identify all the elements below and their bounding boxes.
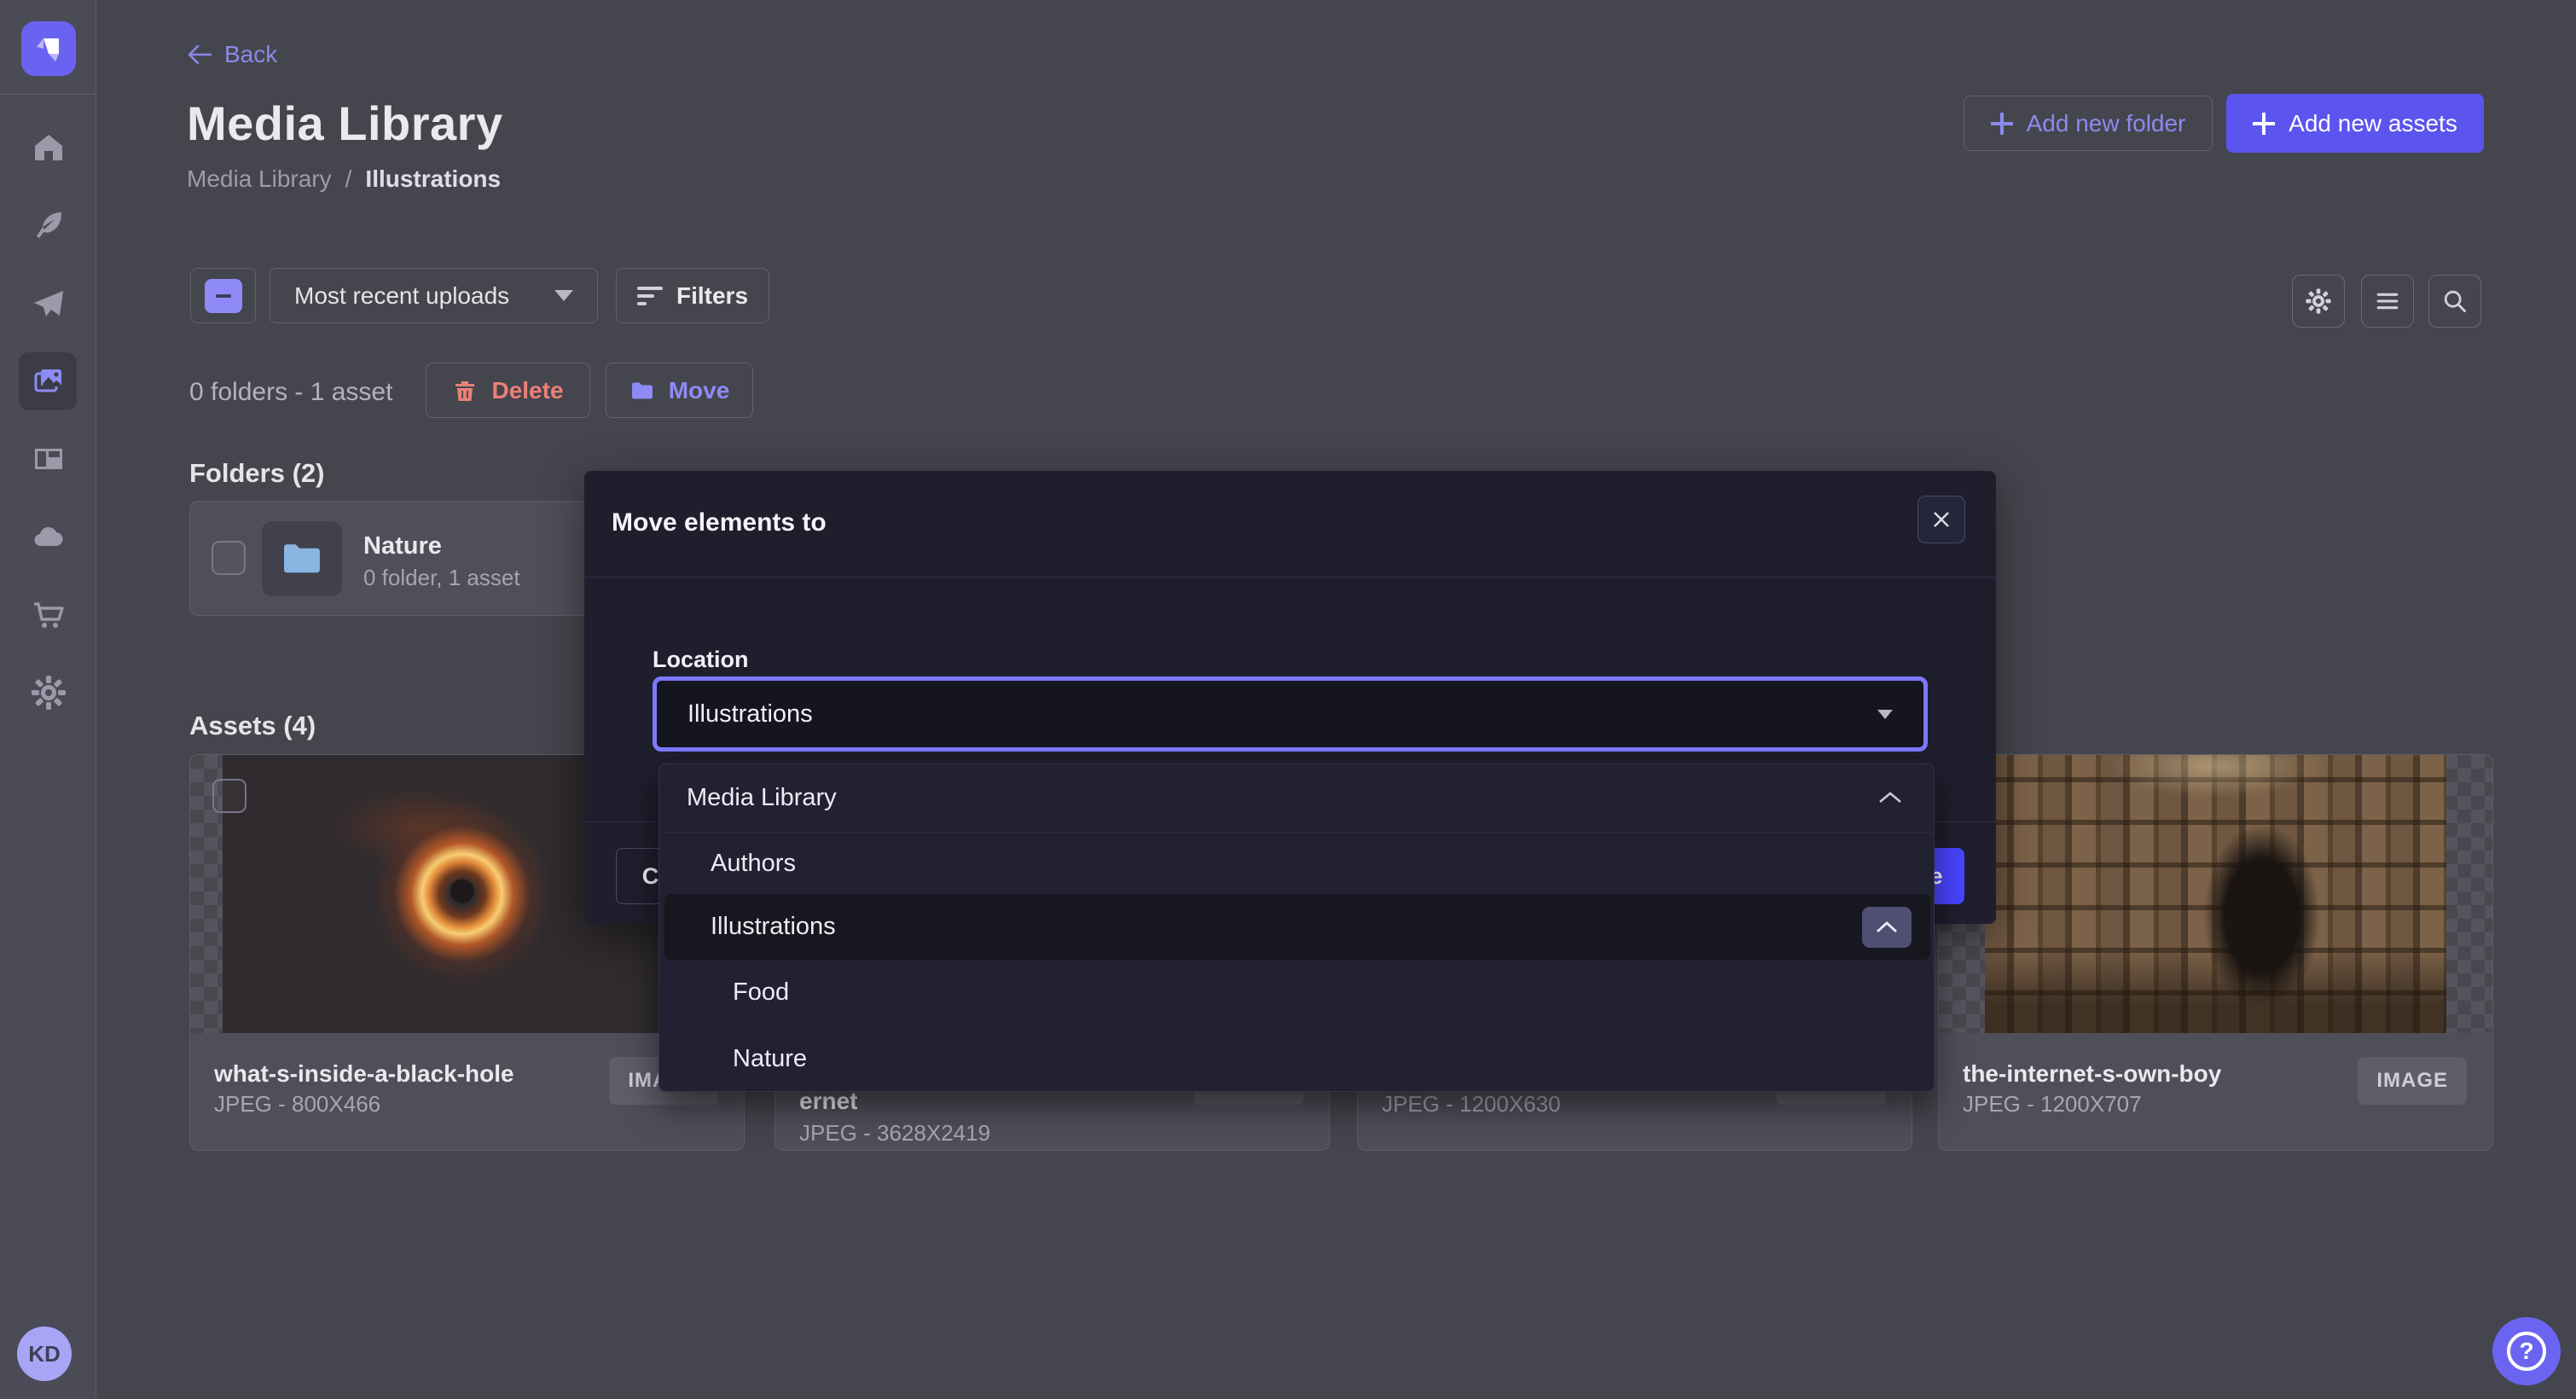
option-label: Authors	[711, 850, 796, 878]
sort-select[interactable]: Most recent uploads	[270, 268, 598, 323]
add-assets-label: Add new assets	[2289, 110, 2457, 137]
option-label: Media Library	[687, 784, 837, 812]
indeterminate-checkbox-icon	[205, 279, 242, 313]
folder-checkbox[interactable]	[212, 541, 246, 575]
folder-thumbnail	[262, 521, 342, 596]
home-icon	[30, 129, 67, 166]
dropdown-option-food[interactable]: Food	[659, 960, 1934, 1025]
collapse-illustrations-button[interactable]	[1862, 907, 1912, 948]
location-dropdown: Media Library Authors Illustrations Food…	[659, 763, 1935, 1092]
asset-type-badge: IMAGE	[2358, 1057, 2467, 1105]
move-button[interactable]: Move	[606, 363, 753, 418]
sidebar-item-content-manager[interactable]	[29, 439, 68, 479]
help-button[interactable]: ?	[2492, 1317, 2561, 1385]
folders-heading: Folders (2)	[189, 458, 324, 489]
view-settings-button[interactable]	[2292, 275, 2345, 328]
list-icon	[2373, 287, 2402, 316]
add-new-assets-button[interactable]: Add new assets	[2226, 94, 2484, 153]
cart-icon	[30, 596, 67, 634]
asset-checkbox[interactable]	[212, 779, 247, 813]
gear-icon	[30, 674, 67, 711]
asset-name: the-internet-s-own-boy	[1963, 1060, 2221, 1088]
location-label: Location	[653, 647, 749, 673]
layout-icon	[30, 440, 67, 478]
sidebar-item-home[interactable]	[29, 128, 68, 167]
plus-icon	[1991, 113, 2013, 135]
dropdown-option-authors[interactable]: Authors	[659, 833, 1934, 894]
select-all-checkbox[interactable]	[190, 268, 256, 323]
dropdown-option-illustrations[interactable]: Illustrations	[659, 894, 1934, 960]
media-library-screen: KD Back Media Library Media Library / Il…	[0, 0, 2576, 1399]
asset-name: what-s-inside-a-black-hole	[214, 1060, 514, 1088]
filters-button[interactable]: Filters	[616, 268, 769, 323]
feather-icon	[30, 206, 67, 243]
asset-meta: JPEG - 800X466	[214, 1091, 380, 1117]
dropdown-option-nature[interactable]: Nature	[659, 1025, 1934, 1092]
asset-meta: JPEG - 1200X630	[1382, 1091, 1561, 1117]
option-label: Food	[733, 978, 789, 1007]
chevron-down-icon	[1877, 710, 1893, 719]
plus-icon	[2253, 113, 2275, 135]
folder-icon	[629, 378, 655, 403]
question-mark-icon: ?	[2507, 1332, 2546, 1371]
folder-name: Nature	[363, 532, 442, 560]
asset-meta: JPEG - 3628X2419	[799, 1120, 990, 1146]
add-folder-label: Add new folder	[2027, 110, 2186, 137]
location-value: Illustrations	[688, 700, 813, 729]
sidebar-divider	[0, 94, 96, 95]
breadcrumb-separator: /	[345, 165, 352, 193]
sidebar-item-content[interactable]	[29, 205, 68, 244]
sidebar-item-cloud[interactable]	[29, 518, 68, 557]
modal-close-button[interactable]	[1917, 496, 1965, 543]
sidebar-item-marketplace[interactable]	[29, 595, 68, 635]
sidebar-item-media-library-active[interactable]	[19, 352, 77, 410]
move-label: Move	[669, 377, 730, 404]
sort-value: Most recent uploads	[294, 282, 509, 310]
chevron-up-icon	[1876, 920, 1898, 934]
add-new-folder-button[interactable]: Add new folder	[1964, 96, 2213, 151]
chevron-up-icon[interactable]	[1877, 784, 1903, 812]
delete-label: Delete	[491, 377, 563, 404]
search-button[interactable]	[2428, 275, 2481, 328]
modal-title: Move elements to	[612, 508, 827, 537]
option-label: Nature	[733, 1045, 807, 1073]
asset-card[interactable]: the-internet-s-own-boy JPEG - 1200X707 I…	[1938, 754, 2493, 1151]
sidebar-item-releases[interactable]	[29, 284, 68, 323]
back-label: Back	[224, 41, 277, 68]
trash-icon	[452, 378, 478, 403]
cloud-icon	[30, 519, 67, 556]
dropdown-option-media-library[interactable]: Media Library	[659, 764, 1934, 833]
asset-meta: JPEG - 1200X707	[1963, 1091, 2142, 1117]
assets-heading: Assets (4)	[189, 711, 316, 741]
library-photo-image	[1985, 755, 2446, 1033]
page-title: Media Library	[187, 96, 503, 151]
location-select[interactable]: Illustrations	[653, 676, 1928, 752]
sidebar-item-settings[interactable]	[29, 673, 68, 712]
folder-icon	[282, 542, 322, 576]
close-icon	[1932, 510, 1951, 529]
strapi-logo[interactable]	[21, 21, 76, 76]
filter-icon	[637, 287, 663, 305]
breadcrumb: Media Library / Illustrations	[187, 165, 501, 193]
breadcrumb-root[interactable]: Media Library	[187, 165, 332, 193]
breadcrumb-current: Illustrations	[365, 165, 501, 193]
user-avatar[interactable]: KD	[17, 1326, 72, 1381]
search-icon	[2440, 287, 2469, 316]
filters-label: Filters	[676, 282, 748, 310]
paper-plane-icon	[30, 285, 67, 322]
option-label: Illustrations	[711, 913, 836, 941]
selection-summary: 0 folders - 1 asset	[189, 378, 392, 407]
folder-meta: 0 folder, 1 asset	[363, 565, 520, 591]
list-view-button[interactable]	[2361, 275, 2414, 328]
back-link[interactable]: Back	[187, 41, 277, 68]
media-library-icon	[28, 362, 67, 401]
delete-button[interactable]: Delete	[426, 363, 590, 418]
chevron-down-icon	[554, 290, 573, 301]
gear-icon	[2304, 287, 2333, 316]
back-arrow-icon	[187, 44, 212, 66]
strapi-logo-icon	[32, 32, 66, 66]
sidebar: KD	[0, 0, 96, 1399]
